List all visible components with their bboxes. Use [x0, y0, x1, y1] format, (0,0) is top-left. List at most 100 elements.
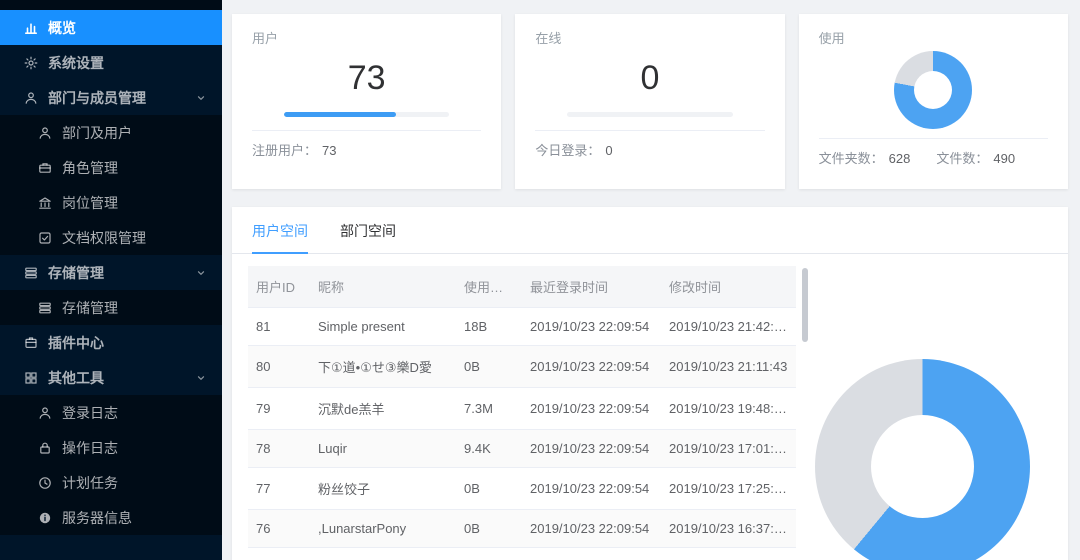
online-stat-card: 在线 0 今日登录：0: [515, 14, 784, 189]
col-last-login: 最近登录时间: [522, 266, 661, 308]
cell-modified-time: 2019/10/23 21:42:46: [661, 308, 796, 346]
app-window: 概览 系统设置 部门与成员管理 部门及用户: [0, 0, 1080, 560]
folders-count-value: 628: [889, 151, 911, 166]
cell-user-id: 80: [248, 346, 310, 388]
cell-last-login: 2019/10/23 22:09:54: [522, 510, 661, 548]
cell-modified-time: 2019/10/23 17:25:17: [661, 468, 796, 510]
sidebar-item-label: 系统设置: [48, 53, 104, 73]
today-logins-label: 今日登录：: [535, 143, 600, 158]
space-donut-chart: [815, 359, 1030, 560]
user-icon: [38, 406, 52, 420]
cell-nickname: Simple present: [310, 308, 456, 346]
cell-last-login: 2019/10/23 22:09:54: [522, 548, 661, 560]
toolbox-icon: [24, 336, 38, 350]
sidebar-item-label: 部门与成员管理: [48, 88, 146, 108]
briefcase-icon: [38, 161, 52, 175]
sidebar-item-label: 岗位管理: [62, 193, 118, 213]
files-count-label: 文件数：: [936, 151, 988, 166]
space-panel: 用户空间 部门空间 用户ID 昵称 使用空间 最近登录时间 修改时间: [232, 207, 1068, 560]
table-header-row: 用户ID 昵称 使用空间 最近登录时间 修改时间: [248, 266, 796, 308]
online-count: 0: [535, 57, 764, 99]
sidebar-item-label: 存储管理: [48, 263, 104, 283]
sidebar-filler: [0, 535, 222, 560]
users-progress-bar: [284, 112, 449, 117]
chevron-down-icon: [196, 90, 206, 106]
table-row: 77 粉丝饺子 0B 2019/10/23 22:09:54 2019/10/2…: [248, 468, 796, 510]
sidebar-item-label: 插件中心: [48, 333, 104, 353]
bar-chart-icon: [24, 21, 38, 35]
cell-used-space: 15B: [456, 548, 522, 560]
card-title: 用户: [252, 28, 481, 47]
chevron-down-icon: [196, 370, 206, 386]
user-icon: [24, 91, 38, 105]
space-chart-area: [796, 266, 1048, 560]
cell-user-id: 76: [248, 510, 310, 548]
info-icon: [38, 511, 52, 525]
sidebar-item-document-permissions[interactable]: 文档权限管理: [0, 220, 222, 255]
panel-content: 用户ID 昵称 使用空间 最近登录时间 修改时间 81 Simple prese…: [232, 254, 1068, 560]
donut-hole: [914, 71, 952, 109]
sidebar-item-label: 登录日志: [62, 403, 118, 423]
user-icon: [38, 126, 52, 140]
sidebar-item-storage-management[interactable]: 存储管理: [0, 255, 222, 290]
online-progress-bar: [567, 112, 732, 117]
col-nickname: 昵称: [310, 266, 456, 308]
today-logins-value: 0: [605, 143, 612, 158]
chevron-down-icon: [196, 265, 206, 281]
table-row: 79 沉默de羔羊 7.3M 2019/10/23 22:09:54 2019/…: [248, 388, 796, 430]
tab-department-space[interactable]: 部门空间: [340, 207, 396, 253]
sidebar-item-label: 计划任务: [62, 473, 118, 493]
logo-area: [0, 0, 222, 10]
sidebar: 概览 系统设置 部门与成员管理 部门及用户: [0, 0, 222, 560]
cell-nickname: ,LunarstarPony: [310, 510, 456, 548]
clock-icon: [38, 476, 52, 490]
tab-user-space[interactable]: 用户空间: [252, 207, 308, 254]
cell-user-id: 79: [248, 388, 310, 430]
cell-last-login: 2019/10/23 22:09:54: [522, 468, 661, 510]
cell-used-space: 0B: [456, 468, 522, 510]
table-scrollbar-thumb[interactable]: [802, 268, 808, 342]
table-row: 75 猫小咪 15B 2019/10/23 22:09:54 2019/10/2…: [248, 548, 796, 560]
sidebar-item-department-management[interactable]: 部门与成员管理: [0, 80, 222, 115]
donut-hole: [871, 415, 974, 518]
lock-icon: [38, 441, 52, 455]
submenu-storage: 存储管理: [0, 290, 222, 325]
sidebar-item-login-log[interactable]: 登录日志: [0, 395, 222, 430]
users-count: 73: [252, 57, 481, 99]
storage-icon: [38, 301, 52, 315]
usage-donut-chart: [894, 51, 972, 129]
cell-last-login: 2019/10/23 22:09:54: [522, 346, 661, 388]
card-footer: 今日登录： 0: [535, 131, 764, 168]
sidebar-item-scheduled-tasks[interactable]: 计划任务: [0, 465, 222, 500]
cell-last-login: 2019/10/23 22:09:54: [522, 308, 661, 346]
sidebar-item-plugin-center[interactable]: 插件中心: [0, 325, 222, 360]
bank-icon: [38, 196, 52, 210]
sidebar-item-label: 角色管理: [62, 158, 118, 178]
sidebar-item-operation-log[interactable]: 操作日志: [0, 430, 222, 465]
table-scrollbar[interactable]: [802, 268, 808, 560]
cell-user-id: 81: [248, 308, 310, 346]
col-user-id: 用户ID: [248, 266, 310, 308]
sidebar-item-role-management[interactable]: 角色管理: [0, 150, 222, 185]
sidebar-item-overview[interactable]: 概览: [0, 10, 222, 45]
sidebar-item-storage-management-sub[interactable]: 存储管理: [0, 290, 222, 325]
sidebar-item-label: 部门及用户: [62, 123, 132, 143]
sidebar-item-departments-users[interactable]: 部门及用户: [0, 115, 222, 150]
table-row: 81 Simple present 18B 2019/10/23 22:09:5…: [248, 308, 796, 346]
user-space-table: 用户ID 昵称 使用空间 最近登录时间 修改时间 81 Simple prese…: [248, 266, 796, 560]
tab-bar: 用户空间 部门空间: [232, 207, 1068, 254]
sidebar-item-position-management[interactable]: 岗位管理: [0, 185, 222, 220]
sidebar-item-label: 服务器信息: [62, 508, 132, 528]
usage-stat-card: 使用 文件夹数：628 文件数：490: [799, 14, 1068, 189]
cell-nickname: 粉丝饺子: [310, 468, 456, 510]
sidebar-item-system-settings[interactable]: 系统设置: [0, 45, 222, 80]
cell-user-id: 75: [248, 548, 310, 560]
cell-used-space: 0B: [456, 510, 522, 548]
sidebar-item-server-info[interactable]: 服务器信息: [0, 500, 222, 535]
col-used-space: 使用空间: [456, 266, 522, 308]
submenu-department: 部门及用户 角色管理 岗位管理 文档权限管理: [0, 115, 222, 255]
cell-modified-time: 2019/10/23 16:35:49: [661, 548, 796, 560]
cell-user-id: 77: [248, 468, 310, 510]
sidebar-item-other-tools[interactable]: 其他工具: [0, 360, 222, 395]
cell-modified-time: 2019/10/23 21:11:43: [661, 346, 796, 388]
